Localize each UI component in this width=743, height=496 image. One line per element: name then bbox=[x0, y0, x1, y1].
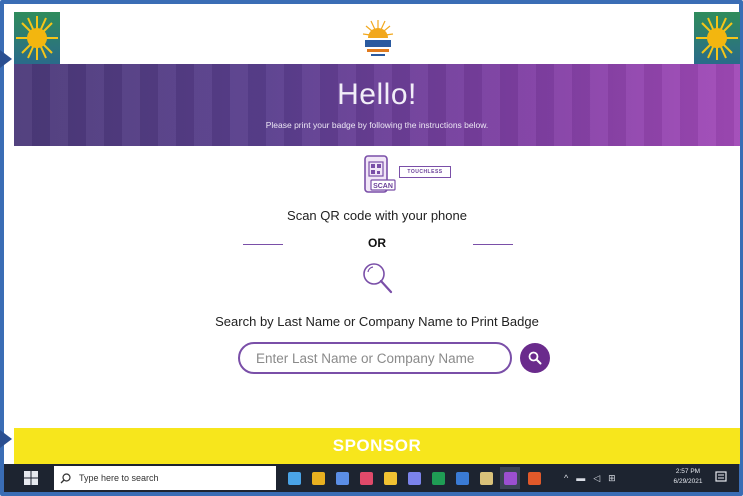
taskbar-clock[interactable]: 2:57 PM 6/29/2021 bbox=[668, 467, 708, 487]
people-icon-glyph bbox=[335, 471, 349, 485]
or-label: OR bbox=[368, 236, 386, 250]
hero-title: Hello! bbox=[337, 78, 417, 111]
onenote-icon[interactable] bbox=[500, 467, 520, 489]
frame-pointer-bottom bbox=[0, 430, 12, 448]
clock-date: 6/29/2021 bbox=[673, 478, 703, 485]
magnifier-icon bbox=[360, 260, 394, 296]
hero-subtitle: Please print your badge by following the… bbox=[265, 120, 489, 130]
task-view-icon-glyph bbox=[287, 471, 301, 485]
powershell-icon[interactable] bbox=[452, 467, 472, 489]
chevron-up-icon[interactable]: ^ bbox=[564, 473, 568, 483]
taskbar-search-icon bbox=[60, 472, 71, 483]
excel-icon[interactable] bbox=[428, 467, 448, 489]
phone-qr-scan-icon: SCAN bbox=[362, 154, 402, 196]
system-tray: ^ ▬ ◁ ⊞ bbox=[564, 467, 616, 489]
search-button[interactable] bbox=[520, 343, 550, 373]
taskbar-search-box[interactable]: Type here to search bbox=[54, 466, 276, 490]
event-sun-logo-icon bbox=[361, 16, 395, 60]
clock-time: 2:57 PM bbox=[675, 468, 701, 475]
scan-instruction: Scan QR code with your phone bbox=[287, 208, 467, 223]
notification-icon[interactable] bbox=[715, 471, 727, 484]
search-icon bbox=[528, 351, 542, 365]
teams-icon-glyph bbox=[407, 471, 421, 485]
usb-icon[interactable]: ⊞ bbox=[608, 473, 616, 484]
teams-icon[interactable] bbox=[404, 467, 424, 489]
image-app-icon[interactable] bbox=[476, 467, 496, 489]
people-icon[interactable] bbox=[332, 467, 352, 489]
image-app-icon-glyph bbox=[479, 471, 493, 485]
top-header bbox=[14, 12, 740, 64]
paint-icon-glyph bbox=[359, 471, 373, 485]
taskbar-search-placeholder: Type here to search bbox=[79, 473, 159, 483]
phone-scan-label: SCAN bbox=[373, 183, 393, 190]
powerpoint-icon[interactable] bbox=[524, 467, 544, 489]
frame-pointer-top bbox=[0, 50, 12, 68]
hero-banner: Hello! Please print your badge by follow… bbox=[14, 64, 740, 146]
taskbar-app-list bbox=[284, 467, 544, 489]
sponsor-label: SPONSOR bbox=[332, 436, 422, 455]
task-view-icon[interactable] bbox=[284, 467, 304, 489]
file-explorer-icon[interactable] bbox=[380, 467, 400, 489]
sponsor-banner: SPONSOR bbox=[14, 428, 740, 464]
or-divider: OR bbox=[14, 236, 740, 252]
network-icon[interactable]: ▬ bbox=[576, 473, 585, 483]
divider-line-right bbox=[473, 244, 513, 245]
powershell-icon-glyph bbox=[455, 471, 469, 485]
kiosk-content: SCAN TOUCHLESS Scan QR code with your ph… bbox=[14, 146, 740, 428]
windows-start-icon[interactable] bbox=[24, 471, 38, 485]
onenote-icon-glyph bbox=[503, 471, 517, 485]
chrome-icon[interactable] bbox=[308, 467, 328, 489]
touchless-badge: TOUCHLESS bbox=[399, 166, 451, 178]
file-explorer-icon-glyph bbox=[383, 471, 397, 485]
chrome-icon-glyph bbox=[311, 471, 325, 485]
sunburst-icon bbox=[694, 12, 740, 64]
powerpoint-icon-glyph bbox=[527, 471, 541, 485]
paint-icon[interactable] bbox=[356, 467, 376, 489]
search-input[interactable] bbox=[238, 342, 512, 374]
sunburst-icon bbox=[14, 12, 60, 64]
search-instruction: Search by Last Name or Company Name to P… bbox=[215, 314, 539, 329]
taskbar: Type here to search ^ ▬ ◁ ⊞ 2:57 PM 6/29… bbox=[4, 464, 739, 492]
excel-icon-glyph bbox=[431, 471, 445, 485]
volume-icon[interactable]: ◁ bbox=[593, 473, 600, 484]
